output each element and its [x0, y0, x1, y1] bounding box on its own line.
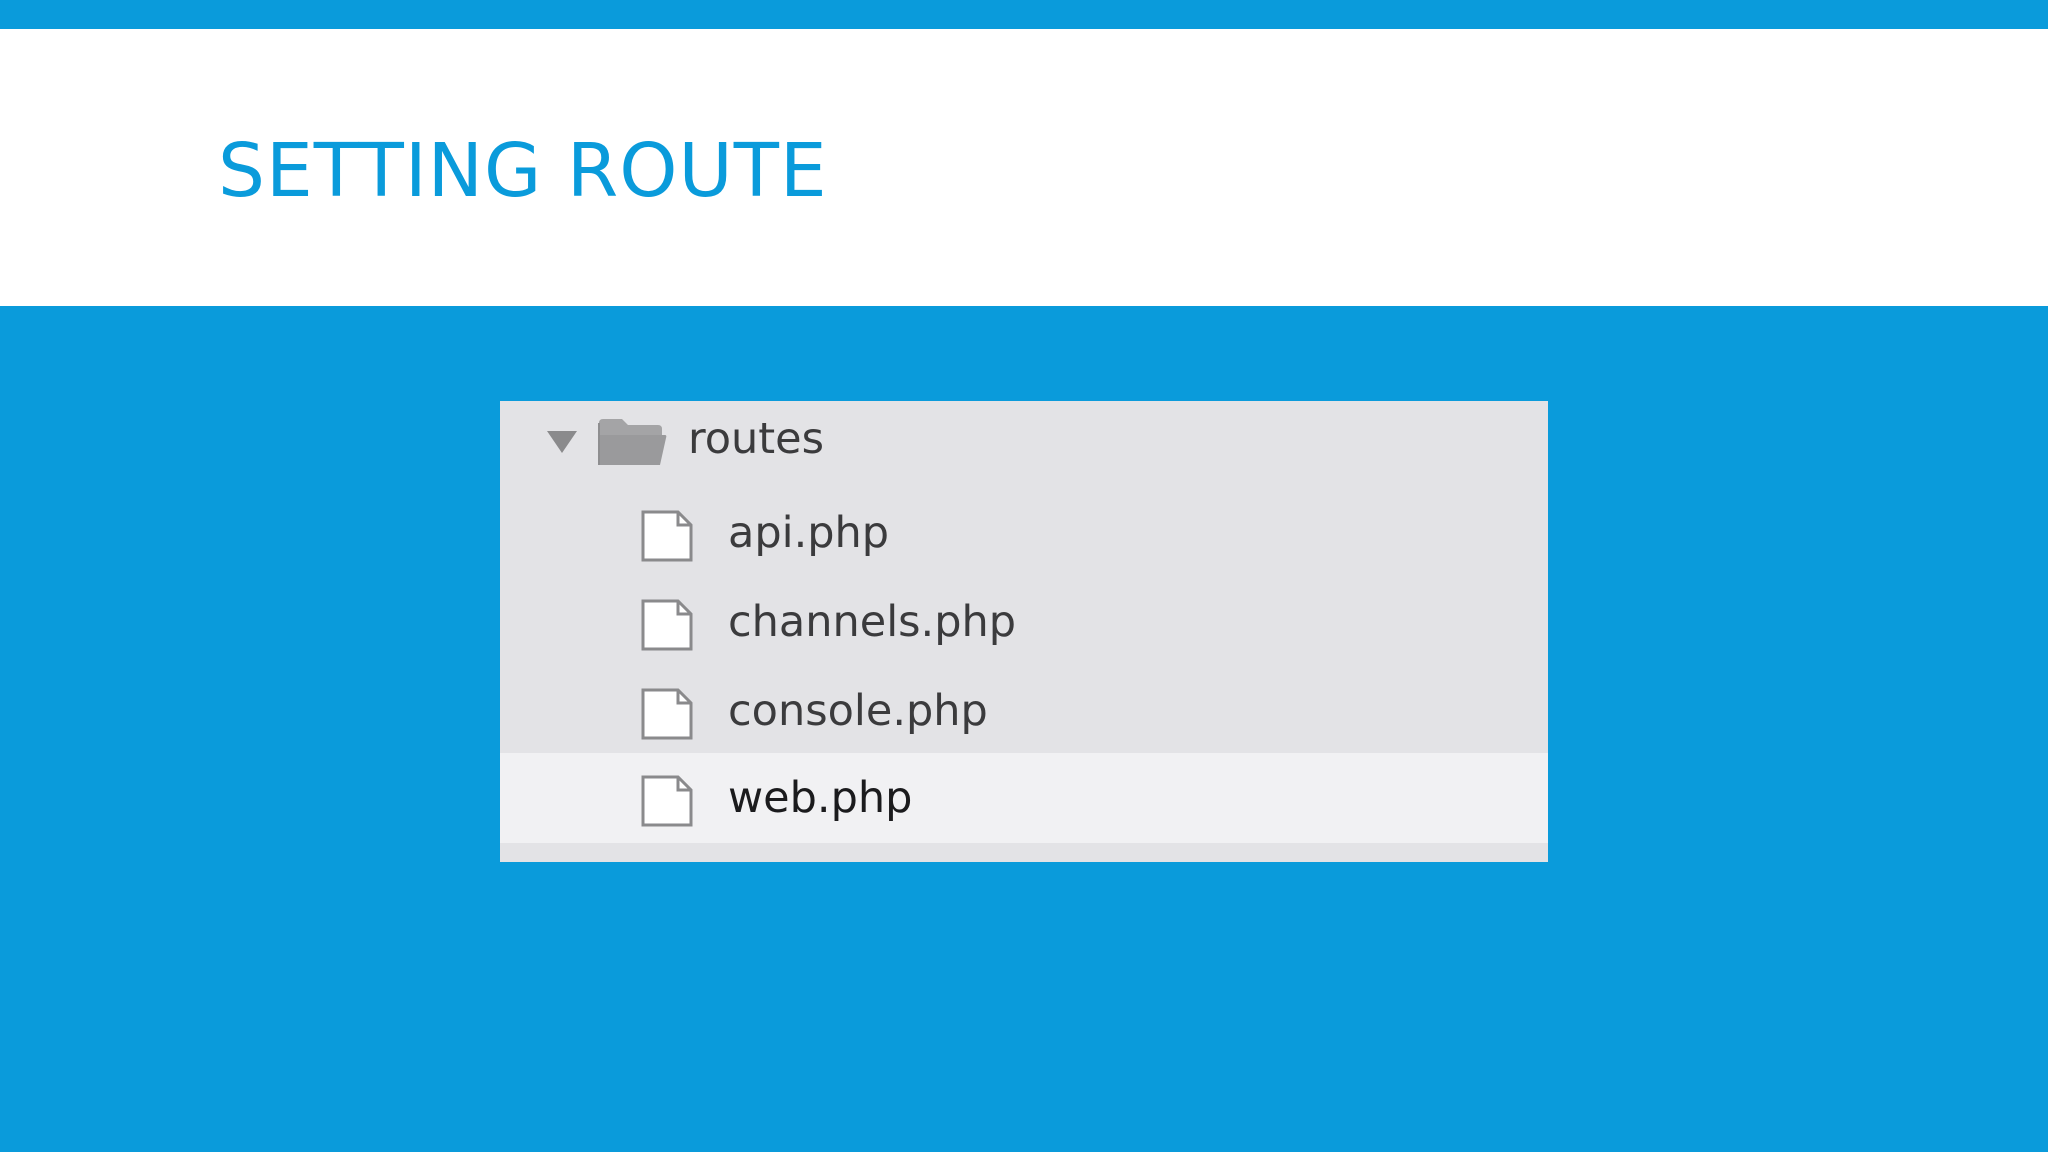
file-icon	[641, 775, 693, 827]
folder-label: routes	[688, 414, 825, 464]
folder-open-icon	[598, 419, 667, 465]
tree-file-console-php[interactable]: console.php	[500, 666, 1548, 756]
file-explorer-panel: routes api.php channels.php console.php	[500, 401, 1548, 862]
file-label: web.php	[728, 773, 913, 823]
file-label: channels.php	[728, 597, 1017, 647]
tree-file-web-php[interactable]: web.php	[500, 753, 1548, 843]
slide: SETTING ROUTE routes api.php channels.ph…	[0, 0, 2048, 1152]
slide-title: SETTING ROUTE	[218, 128, 828, 214]
file-icon	[641, 688, 693, 740]
file-icon	[641, 510, 693, 562]
tree-file-api-php[interactable]: api.php	[500, 488, 1548, 578]
tree-folder-routes[interactable]: routes	[500, 401, 1548, 491]
tree-file-channels-php[interactable]: channels.php	[500, 577, 1548, 667]
file-icon	[641, 599, 693, 651]
expand-arrow-icon[interactable]	[545, 427, 579, 457]
file-label: console.php	[728, 686, 988, 736]
file-label: api.php	[728, 508, 890, 558]
